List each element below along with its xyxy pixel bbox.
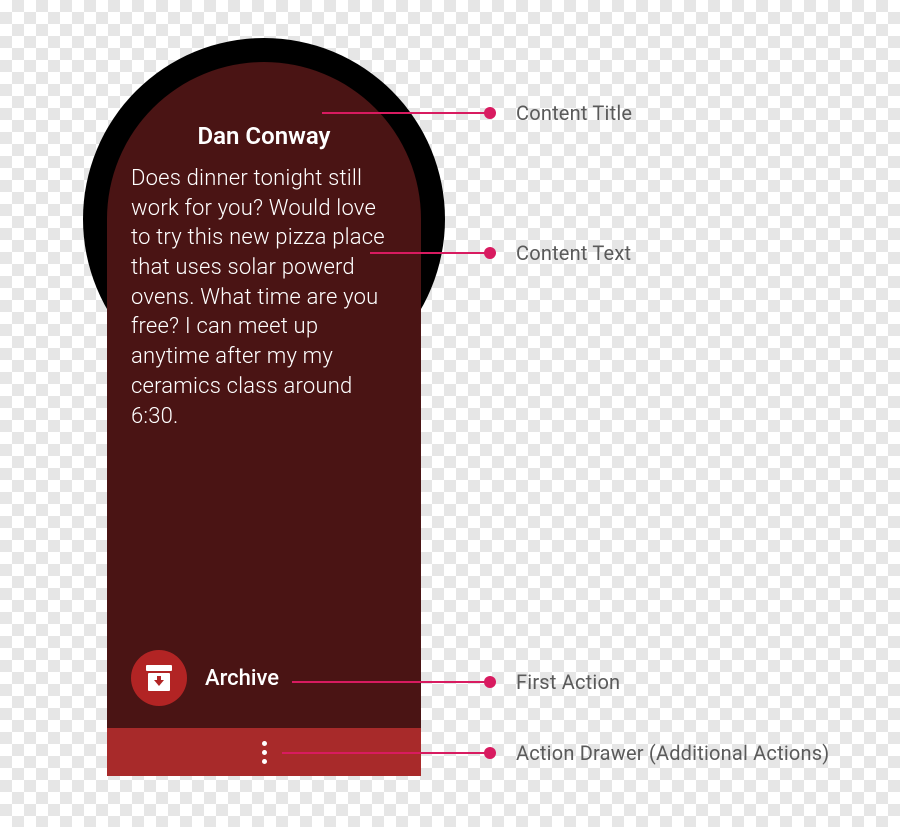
annotation-line-drawer (282, 752, 490, 754)
first-action-label: Archive (205, 666, 279, 691)
annotation-dot-title (484, 107, 496, 119)
content-text: Does dinner tonight still work for you? … (131, 164, 397, 431)
card-content: Dan Conway Does dinner tonight still wor… (131, 122, 397, 431)
archive-glyph (146, 665, 172, 691)
watch-frame: Dan Conway Does dinner tonight still wor… (83, 38, 445, 776)
more-vertical-icon (262, 741, 267, 764)
annotation-dot-body (484, 247, 496, 259)
first-action-button[interactable]: Archive (131, 650, 279, 706)
annotation-label-action: First Action (516, 670, 620, 694)
annotation-label-title: Content Title (516, 101, 632, 125)
annotation-label-drawer: Action Drawer (Additional Actions) (516, 741, 829, 765)
annotation-line-action (292, 681, 490, 683)
annotation-label-body: Content Text (516, 241, 631, 265)
annotation-line-title (322, 112, 490, 114)
content-title: Dan Conway (131, 122, 397, 150)
notification-card: Dan Conway Does dinner tonight still wor… (107, 62, 421, 776)
annotation-dot-drawer (484, 747, 496, 759)
annotation-line-body (370, 252, 490, 254)
annotation-dot-action (484, 676, 496, 688)
archive-icon (131, 650, 187, 706)
diagram-stage: Dan Conway Does dinner tonight still wor… (0, 0, 900, 827)
